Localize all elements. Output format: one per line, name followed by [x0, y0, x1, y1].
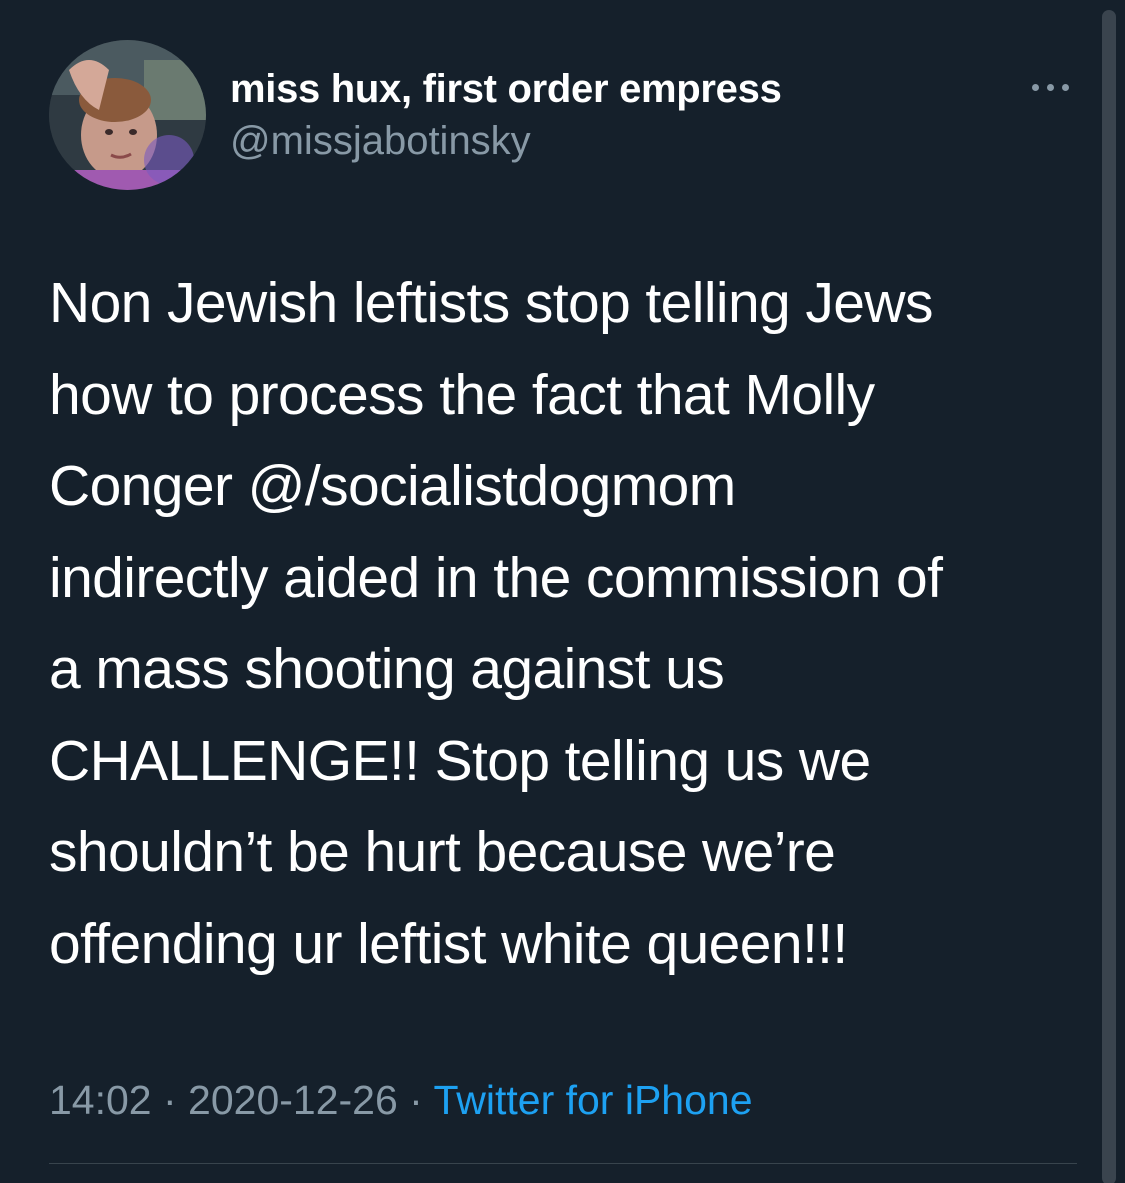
tweet-text-line: how to process the fact that Molly: [49, 362, 875, 427]
avatar[interactable]: [49, 40, 206, 190]
tweet-text-line: CHALLENGE!! Stop telling us we: [49, 728, 871, 793]
dot: [1032, 84, 1039, 91]
author-display-name[interactable]: miss hux, first order empress: [230, 66, 782, 112]
divider: [49, 1163, 1077, 1164]
tweet-text-line: indirectly aided in the commission of: [49, 545, 943, 610]
author-handle[interactable]: @missjabotinsky: [230, 118, 531, 164]
tweet-date[interactable]: 2020-12-26: [188, 1077, 398, 1123]
meta-separator: ·: [397, 1077, 434, 1123]
tweet-text-line: shouldn’t be hurt because we’re: [49, 820, 836, 884]
tweet-text: Non Jewish leftists stop telling Jews ho…: [49, 258, 1099, 990]
tweet-text-line: a mass shooting against us: [49, 637, 725, 701]
tweet-text-line: Non Jewish leftists stop telling Jews: [49, 271, 933, 335]
tweet-detail: miss hux, first order empress @missjabot…: [0, 0, 1125, 1183]
tweet-text-line: offending ur leftist white queen!!!: [49, 911, 848, 976]
dot: [1047, 84, 1054, 91]
tweet-meta: 14:02 · 2020-12-26 · Twitter for iPhone: [49, 1072, 753, 1128]
meta-separator: ·: [151, 1077, 189, 1123]
tweet-source-link[interactable]: Twitter for iPhone: [433, 1077, 752, 1123]
profile-photo-icon: [49, 40, 206, 190]
tweet-time[interactable]: 14:02: [49, 1077, 152, 1123]
tweet-text-line: Conger @/socialistdogmom: [49, 454, 736, 518]
dot: [1062, 84, 1069, 91]
scrollbar[interactable]: [1102, 10, 1116, 1183]
more-options-icon[interactable]: [1030, 78, 1072, 98]
